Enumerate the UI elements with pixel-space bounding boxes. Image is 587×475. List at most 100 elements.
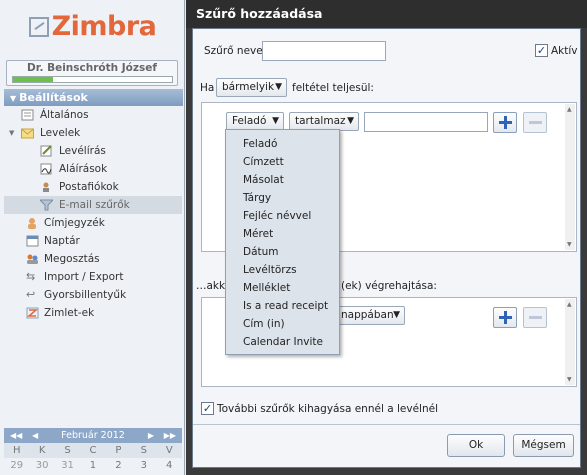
next-year-icon[interactable]: ▶▶: [164, 428, 176, 443]
calendar-day[interactable]: 31: [55, 458, 80, 473]
section-label: Beállítások: [19, 91, 88, 104]
filter-name-input[interactable]: [262, 41, 386, 61]
scroll-up-icon[interactable]: ▲: [567, 301, 572, 308]
add-action-button[interactable]: [493, 307, 517, 328]
calendar-weekdays: HKSCPSV: [4, 443, 182, 458]
menu-item-from[interactable]: Feladó: [226, 135, 339, 153]
prev-year-icon[interactable]: ◀◀: [10, 428, 22, 443]
zimbra-logo: Zimbra: [0, 0, 185, 52]
sidebar-item-compose[interactable]: Levélírás: [4, 142, 182, 160]
actions-label-start: …akk: [196, 280, 226, 292]
compose-icon: [40, 145, 52, 157]
weekday: P: [115, 445, 122, 456]
calendar-day[interactable]: 29: [4, 458, 29, 473]
mini-calendar: ◀◀ ◀ Február 2012 ▶ ▶▶ H K S C P S V 29 30 31 1 2 3…: [4, 428, 182, 475]
sidebar-item-label: Naptár: [44, 235, 80, 247]
next-month-icon[interactable]: ▶: [148, 428, 154, 443]
sidebar-item-label: Levelek: [40, 127, 81, 139]
scroll-down-icon[interactable]: ▼: [567, 376, 572, 383]
sidebar-item-general[interactable]: Általános: [4, 106, 182, 124]
sidebar-item-label: Levélírás: [59, 145, 106, 157]
if-label: Ha: [200, 82, 215, 94]
calendar-icon: [26, 235, 39, 247]
action-select-value: nappában: [341, 309, 394, 321]
sidebar-item-email-filters[interactable]: E-mail szűrők: [4, 196, 182, 214]
active-checkbox[interactable]: ✓: [535, 44, 548, 57]
prev-month-icon[interactable]: ◀: [32, 428, 38, 443]
section-header-settings[interactable]: ▼ Beállítások: [4, 89, 183, 106]
accounts-icon: [43, 182, 49, 192]
left-panel: Zimbra Dr. Beinschróth József ▼ Beállítás…: [0, 0, 185, 475]
skip-filters-label: További szűrők kihagyása ennél a levélné…: [217, 403, 438, 415]
match-select-value: bármelyik: [222, 81, 275, 93]
skip-filters-checkbox[interactable]: ✓: [201, 402, 214, 415]
match-select[interactable]: bármelyik ▼: [216, 78, 287, 97]
remove-condition-button[interactable]: [523, 112, 547, 133]
import-export-icon: ⇆: [26, 270, 36, 283]
weekday: K: [38, 445, 46, 456]
menu-item-attachment[interactable]: Melléklet: [226, 279, 339, 297]
cancel-button[interactable]: Mégsem: [513, 434, 574, 457]
shortcuts-icon: ↩: [26, 288, 36, 301]
sidebar-item-accounts[interactable]: Postafiókok: [4, 178, 182, 196]
sidebar-item-sharing[interactable]: Megosztás: [4, 250, 182, 268]
menu-item-size[interactable]: Méret: [226, 225, 339, 243]
sidebar-item-label: Megosztás: [44, 253, 100, 265]
action-folder-select[interactable]: nappában ▼: [333, 306, 405, 325]
quota-fill: [13, 77, 53, 82]
scroll-down-icon[interactable]: ▼: [567, 241, 572, 248]
menu-item-header-named[interactable]: Fejléc névvel: [226, 207, 339, 225]
menu-item-calendar-invite[interactable]: Calendar Invite: [226, 333, 339, 351]
actions-label-end: (ek) végrehajtása:: [341, 280, 437, 292]
minus-icon: [529, 316, 542, 319]
weekday: S: [64, 445, 71, 456]
user-name: Dr. Beinschróth József: [27, 62, 157, 74]
sidebar-item-label: Aláírások: [59, 163, 108, 175]
sidebar-item-import-export[interactable]: ⇆ Import / Export: [4, 268, 182, 286]
sidebar-item-contacts[interactable]: Címjegyzék: [4, 214, 182, 232]
active-label: Aktív: [551, 45, 578, 57]
sidebar-item-calendar[interactable]: Naptár: [4, 232, 182, 250]
calendar-day[interactable]: 2: [106, 458, 131, 473]
contacts-icon: [28, 218, 36, 229]
calendar-week-row: 29 30 31 1 2 3 4: [4, 458, 182, 473]
general-settings-icon: [21, 109, 34, 121]
menu-item-read-receipt[interactable]: Is a read receipt: [226, 297, 339, 315]
field-dropdown-menu: Feladó Címzett Másolat Tárgy Fejléc névv…: [225, 129, 340, 355]
dropdown-arrow-icon: ▼: [347, 116, 354, 126]
condition-value-input[interactable]: [364, 112, 488, 132]
calendar-header: ◀◀ ◀ Február 2012 ▶ ▶▶: [4, 428, 182, 443]
logo-text: Zimbra: [51, 10, 157, 42]
menu-item-subject[interactable]: Tárgy: [226, 189, 339, 207]
ok-button[interactable]: Ok: [447, 434, 505, 457]
sidebar-item-label: Postafiókok: [59, 181, 119, 193]
signature-icon: [40, 163, 52, 175]
actions-scrollbar[interactable]: ▲ ▼: [565, 299, 575, 385]
mail-icon: [21, 128, 34, 139]
user-box: Dr. Beinschróth József: [6, 60, 178, 86]
dropdown-arrow-icon: ▼: [275, 82, 282, 92]
sidebar-item-mail[interactable]: ▼ Levelek: [4, 124, 182, 142]
operator-select-value: tartalmaz: [295, 115, 346, 127]
conditions-scrollbar[interactable]: ▲ ▼: [565, 104, 575, 250]
zimlets-icon: [26, 307, 39, 319]
menu-item-cc[interactable]: Másolat: [226, 171, 339, 189]
scroll-up-icon[interactable]: ▲: [567, 106, 572, 113]
calendar-day[interactable]: 3: [131, 458, 156, 473]
weekday: S: [140, 445, 147, 456]
menu-item-address-in[interactable]: Cím (in): [226, 315, 339, 333]
calendar-day[interactable]: 30: [29, 458, 54, 473]
dropdown-arrow-icon: ▼: [393, 310, 400, 320]
menu-item-to[interactable]: Címzett: [226, 153, 339, 171]
sidebar-item-signatures[interactable]: Aláírások: [4, 160, 182, 178]
menu-item-date[interactable]: Dátum: [226, 243, 339, 261]
filter-name-label: Szűrő neve:: [204, 45, 267, 57]
sidebar-item-shortcuts[interactable]: ↩ Gyorsbillentyűk: [4, 286, 182, 304]
add-condition-button[interactable]: [493, 112, 517, 133]
calendar-day[interactable]: 1: [80, 458, 105, 473]
calendar-day[interactable]: 4: [157, 458, 182, 473]
menu-item-body[interactable]: Levéltörzs: [226, 261, 339, 279]
sidebar-item-zimlets[interactable]: Zimlet-ek: [4, 304, 182, 322]
remove-action-button[interactable]: [523, 307, 547, 328]
plus-icon: [499, 311, 512, 324]
